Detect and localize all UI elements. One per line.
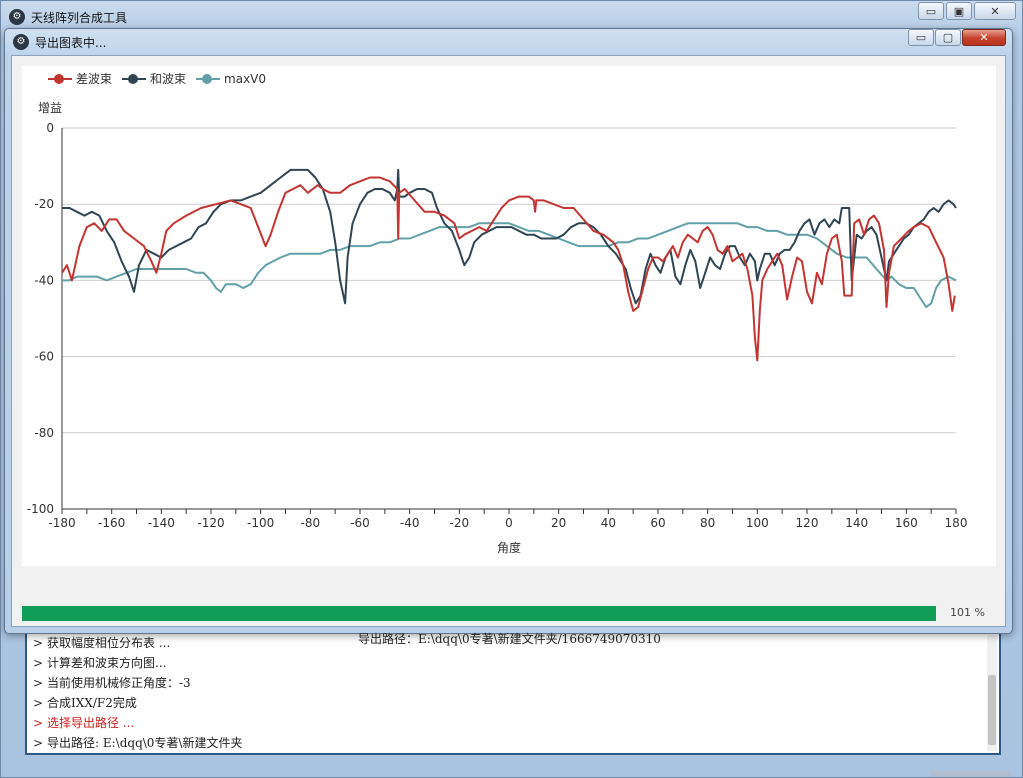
legend-label: maxV0 xyxy=(224,71,267,86)
y-tick-label: -40 xyxy=(34,273,54,287)
progress-percent: 101 % xyxy=(950,606,985,619)
y-tick-label: 0 xyxy=(46,121,54,135)
maximize-button[interactable]: ▣ xyxy=(946,2,972,20)
x-axis-title: 角度 xyxy=(497,540,521,555)
y-tick-label: -60 xyxy=(34,350,54,364)
legend-item[interactable]: maxV0 xyxy=(196,70,266,87)
minimize-icon: ▭ xyxy=(925,4,937,18)
status-strip xyxy=(931,771,1011,777)
app-logo-icon: ⚙ xyxy=(9,9,25,25)
dialog-titlebar: ⚙ 导出图表中... xyxy=(13,33,106,51)
close-icon: ✕ xyxy=(990,4,1000,18)
maximize-icon: ▢ xyxy=(942,31,954,44)
progress-bar-fill xyxy=(22,606,936,621)
dialog-maximize-button[interactable]: ▢ xyxy=(935,29,961,46)
x-tick-label: -120 xyxy=(197,516,224,530)
console-line-text: 当前使用机械修正角度：-3 xyxy=(47,676,191,690)
main-window-title: 天线阵列合成工具 xyxy=(31,10,128,25)
console-prompt-icon: > xyxy=(33,696,44,710)
x-tick-label: -40 xyxy=(400,516,420,530)
y-axis-title: 增益 xyxy=(38,101,62,115)
x-tick-label: -100 xyxy=(247,516,274,530)
x-tick-label: 0 xyxy=(505,516,513,530)
x-tick-label: -140 xyxy=(148,516,175,530)
console-line-text: 计算差和波束方向图... xyxy=(47,656,167,670)
x-tick-label: -20 xyxy=(450,516,470,530)
x-tick-label: -80 xyxy=(301,516,321,530)
console-scrollbar[interactable] xyxy=(987,635,997,751)
maximize-icon: ▣ xyxy=(953,4,965,18)
chart-legend: 差波束 和波束 maxV0 xyxy=(48,70,266,87)
minimize-icon: ▭ xyxy=(915,31,927,44)
console-line-text: 导出路径: E:\dqq\0专著\新建文件夹 xyxy=(47,736,243,750)
minimize-button[interactable]: ▭ xyxy=(918,2,944,20)
x-tick-label: 20 xyxy=(551,516,566,530)
main-titlebar: ⚙ 天线阵列合成工具 xyxy=(9,7,127,27)
y-tick-label: -80 xyxy=(34,426,54,440)
y-tick-label: -100 xyxy=(27,502,54,516)
console-prompt-icon: > xyxy=(33,716,44,730)
legend-item[interactable]: 差波束 xyxy=(48,70,112,87)
dialog-close-button[interactable]: ✕ xyxy=(962,29,1006,46)
console-line: > 选择导出路径 ... xyxy=(33,713,983,733)
x-tick-label: 140 xyxy=(845,516,868,530)
x-tick-label: 180 xyxy=(945,516,968,530)
dialog-body: 0 -20 -40 -60 -80 -100 -180 -160 -140 -120 -100 -80… xyxy=(11,55,1006,646)
chart-panel: 0 -20 -40 -60 -80 -100 -180 -160 -140 -120 -100 -80… xyxy=(22,66,996,566)
x-tick-label: 160 xyxy=(895,516,918,530)
console-prompt-icon: > xyxy=(33,676,44,690)
x-tick-label: -180 xyxy=(48,516,75,530)
console-line: > 当前使用机械修正角度：-3 xyxy=(33,673,983,693)
export-progress-bar xyxy=(22,606,936,621)
dialog-title: 导出图表中... xyxy=(35,35,107,50)
x-tick-label: 100 xyxy=(746,516,769,530)
export-path-label: 导出路径：E:\dqq\0专著\新建文件夹/1666749070310 xyxy=(358,632,661,646)
y-tick-label: -20 xyxy=(34,197,54,211)
close-button[interactable]: ✕ xyxy=(974,2,1016,20)
console-log: > 获取幅度相位分布表 ... > 计算差和波束方向图... > 当前使用机械修正角度：-… xyxy=(25,631,1001,755)
legend-label: 差波束 xyxy=(76,72,113,86)
x-tick-label: 60 xyxy=(650,516,665,530)
x-tick-label: 80 xyxy=(700,516,715,530)
legend-item[interactable]: 和波束 xyxy=(122,70,186,87)
dialog-minimize-button[interactable]: ▭ xyxy=(908,29,934,46)
legend-label: 和波束 xyxy=(150,72,187,86)
console-line: > 计算差和波束方向图... xyxy=(33,653,983,673)
console-lines: > 获取幅度相位分布表 ... > 计算差和波束方向图... > 当前使用机械修正角度：-… xyxy=(33,633,983,753)
line-chart: 0-20-40-60-80-100-180 -160 -140 -120 -100 -80… xyxy=(27,101,968,555)
dialog-window-controls: ▭ ▢ ✕ xyxy=(908,29,1006,46)
series-line-0 xyxy=(61,176,956,362)
console-line-text: 选择导出路径 ... xyxy=(47,716,135,730)
console-prompt-icon: > xyxy=(33,656,44,670)
legend-swatch-icon xyxy=(122,73,147,85)
close-icon: ✕ xyxy=(979,31,989,44)
legend-swatch-icon xyxy=(48,73,72,85)
x-tick-label: 40 xyxy=(601,516,616,530)
console-line: > 合成IXX/F2完成 xyxy=(33,693,983,713)
console-prompt-icon: > xyxy=(33,736,44,750)
x-tick-label: 120 xyxy=(796,516,819,530)
console-line: > 导出路径: E:\dqq\0专著\新建文件夹 xyxy=(33,733,983,753)
legend-swatch-icon xyxy=(196,73,221,85)
console-line-text: 合成IXX/F2完成 xyxy=(47,696,137,710)
dialog-logo-icon: ⚙ xyxy=(13,34,29,50)
main-window-controls: ▭ ▣ ✕ xyxy=(918,2,1016,20)
x-tick-label: -160 xyxy=(98,516,125,530)
console-scrollbar-thumb[interactable] xyxy=(988,675,996,745)
x-tick-label: -60 xyxy=(350,516,370,530)
series-line-2 xyxy=(62,222,957,309)
export-dialog: ⚙ 导出图表中... ▭ ▢ ✕ 0 -20 -40 -60 -80 -100 -180 -1… xyxy=(4,28,1013,646)
